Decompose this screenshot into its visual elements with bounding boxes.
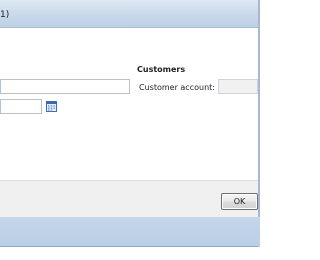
customers-heading: Customers (137, 65, 186, 74)
desktop-background (0, 247, 260, 260)
window-title: 1) (0, 10, 10, 20)
button-bar (0, 180, 258, 218)
customer-account-label: Customer account: (139, 83, 215, 92)
customer-account-field[interactable] (218, 79, 258, 94)
calendar-icon[interactable] (46, 101, 57, 112)
date-field[interactable] (0, 99, 42, 114)
left-text-field[interactable] (0, 79, 130, 94)
ok-button[interactable]: OK (221, 193, 258, 210)
window-title-bar: 1) (0, 0, 260, 28)
